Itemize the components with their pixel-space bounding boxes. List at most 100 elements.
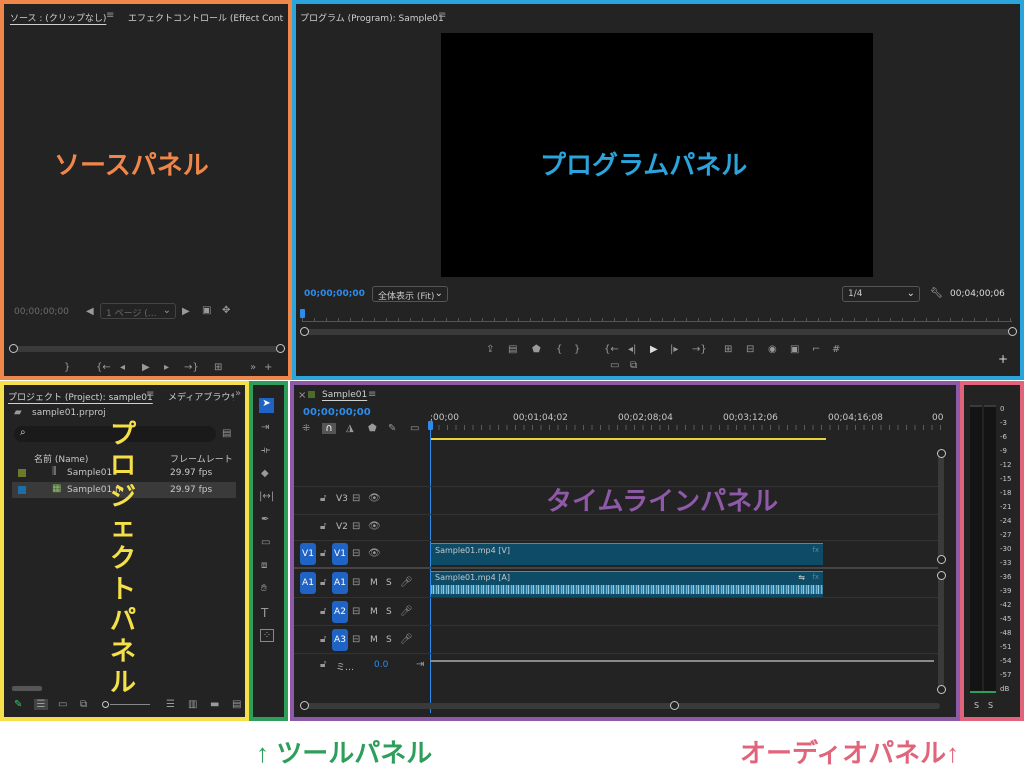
pencil-icon[interactable]: ✎ bbox=[14, 699, 22, 710]
lock-icon[interactable]: 🔓︎ bbox=[320, 634, 326, 645]
lock-icon[interactable]: 🔓︎ bbox=[320, 659, 326, 670]
program-ruler[interactable] bbox=[302, 308, 1012, 322]
vscroll-video-top[interactable] bbox=[937, 449, 946, 458]
solo-button[interactable]: S bbox=[386, 578, 392, 588]
vscroll-video[interactable] bbox=[938, 451, 944, 563]
sync-lock-icon[interactable]: ⊟ bbox=[352, 577, 360, 588]
ripple-edit-tool-icon[interactable]: ⟛ bbox=[261, 445, 270, 456]
step-back-icon[interactable]: ◂| bbox=[628, 344, 636, 355]
hscroll-start[interactable] bbox=[300, 701, 309, 710]
insert-icon[interactable]: ⊞ bbox=[214, 362, 222, 373]
timeline-ruler[interactable]: ;00;00 00;01;04;02 00;02;08;04 00;03;12;… bbox=[430, 413, 943, 441]
snap-icon[interactable]: ∩ bbox=[322, 423, 336, 434]
track-name[interactable]: V2 bbox=[336, 522, 348, 532]
linked-selection-icon[interactable]: ◮ bbox=[346, 423, 354, 434]
slip-tool-icon[interactable]: |↔| bbox=[259, 491, 274, 502]
eye-icon[interactable]: 👁︎ bbox=[368, 521, 381, 532]
tab-source[interactable]: ソース : (クリップなし) bbox=[10, 11, 106, 24]
label-color-swatch[interactable] bbox=[18, 469, 26, 477]
settings-icon[interactable]: ✥ bbox=[222, 305, 230, 316]
panel-menu-icon[interactable]: ≡ bbox=[438, 10, 446, 21]
more-icon[interactable]: » bbox=[250, 362, 256, 373]
rectangle-tool-icon[interactable]: ▭ bbox=[261, 537, 270, 548]
mark-in-icon[interactable]: { bbox=[556, 344, 562, 355]
step-back-icon[interactable]: ◂ bbox=[120, 362, 125, 373]
mute-button[interactable]: M bbox=[370, 578, 378, 588]
mic-icon[interactable]: 🎤︎ bbox=[400, 577, 413, 588]
sync-lock-icon[interactable]: ⊟ bbox=[352, 521, 360, 532]
marker-left-icon[interactable]: ◀ bbox=[86, 306, 94, 317]
solo-button[interactable]: S bbox=[386, 607, 392, 617]
wrench-icon[interactable]: ✎ bbox=[388, 423, 396, 434]
go-to-in-icon[interactable]: {← bbox=[96, 362, 111, 373]
tab-sequence[interactable]: Sample01 bbox=[322, 390, 367, 400]
sort-icon[interactable]: ☰ bbox=[166, 699, 175, 710]
automate-icon[interactable]: ▥ bbox=[188, 699, 197, 710]
go-to-in-icon[interactable]: {← bbox=[604, 344, 619, 355]
sync-lock-icon[interactable]: ⊟ bbox=[352, 634, 360, 645]
save-frame-icon[interactable]: ▣ bbox=[202, 305, 211, 316]
sync-lock-icon[interactable]: ⊟ bbox=[352, 606, 360, 617]
type-tool-icon[interactable]: T bbox=[261, 606, 268, 620]
solo-button[interactable]: S bbox=[386, 635, 392, 645]
sync-lock-icon[interactable]: ⊟ bbox=[352, 493, 360, 504]
go-to-end-icon[interactable]: ⇥ bbox=[416, 659, 424, 670]
vscroll-audio[interactable] bbox=[938, 575, 944, 691]
lock-icon[interactable]: 🔓︎ bbox=[320, 521, 326, 532]
page-select[interactable]: 1 ページ (… ⌄ bbox=[100, 303, 176, 319]
lock-icon[interactable]: 🔓︎ bbox=[320, 577, 326, 588]
timeline-timecode[interactable]: 00;00;00;00 bbox=[303, 407, 371, 418]
captions-icon[interactable]: ▭ bbox=[410, 423, 419, 434]
source-scrollbar[interactable] bbox=[12, 346, 280, 352]
play-icon[interactable]: ▶ bbox=[142, 362, 150, 373]
mark-out-icon[interactable]: } bbox=[64, 362, 70, 373]
razor-tool-icon[interactable]: ◆ bbox=[261, 468, 269, 479]
camera-icon[interactable]: ◉ bbox=[768, 344, 777, 355]
clip-icon[interactable]: ▤ bbox=[508, 344, 517, 355]
compare-icon[interactable]: ▣ bbox=[790, 344, 799, 355]
add-marker-icon[interactable]: ⬟ bbox=[368, 423, 377, 434]
track-target-a2[interactable]: A2 bbox=[332, 601, 348, 623]
mic-icon[interactable]: 🎤︎ bbox=[400, 606, 413, 617]
multi-icon[interactable]: ⧉ bbox=[630, 360, 637, 371]
source-patch-v1[interactable]: V1 bbox=[300, 543, 316, 565]
step-forward-icon[interactable]: ▸ bbox=[164, 362, 169, 373]
mark-out-icon[interactable]: } bbox=[574, 344, 580, 355]
timeline-hscroll[interactable] bbox=[304, 703, 940, 709]
vscroll-audio-top[interactable] bbox=[937, 571, 946, 580]
close-icon[interactable]: × bbox=[298, 390, 306, 401]
panel-menu-icon[interactable]: ≡ bbox=[368, 389, 376, 400]
selection-tool-icon[interactable]: ➤ bbox=[259, 398, 274, 413]
mute-button[interactable]: M bbox=[370, 607, 378, 617]
lock-icon[interactable]: 🔓︎ bbox=[320, 548, 326, 559]
track-name[interactable]: V3 bbox=[336, 494, 348, 504]
column-name[interactable]: 名前 (Name) bbox=[34, 452, 88, 465]
hscroll-end[interactable] bbox=[670, 701, 679, 710]
mix-volume[interactable]: 0.0 bbox=[374, 660, 388, 670]
resolution-select[interactable]: 1/4 ⌄ bbox=[842, 286, 920, 302]
pen-tool-icon[interactable]: ✒ bbox=[261, 514, 269, 525]
lock-icon[interactable]: 🔓︎ bbox=[320, 606, 326, 617]
add-button-icon[interactable]: + bbox=[264, 362, 272, 373]
mic-icon[interactable]: 🎤︎ bbox=[400, 634, 413, 645]
video-clip[interactable]: Sample01.mp4 [V] fx bbox=[431, 543, 823, 565]
auto-reframe-tool-icon[interactable]: ⁘ bbox=[260, 629, 274, 642]
source-patch-a1[interactable]: A1 bbox=[300, 572, 316, 594]
tab-project[interactable]: プロジェクト (Project): sample01 bbox=[8, 390, 153, 403]
track-select-tool-icon[interactable]: ⇥ bbox=[261, 422, 269, 433]
vscroll-video-bottom[interactable] bbox=[937, 555, 946, 564]
panel-menu-icon[interactable]: ≡ bbox=[146, 389, 154, 400]
panel-menu-icon[interactable]: ≡ bbox=[106, 10, 114, 21]
zoom-slider[interactable] bbox=[102, 701, 109, 708]
icon-view-icon[interactable]: ▭ bbox=[58, 699, 67, 710]
zoom-slider-track[interactable] bbox=[110, 704, 150, 705]
export-icon[interactable]: ⇪ bbox=[486, 344, 494, 355]
new-folder-icon[interactable]: ▬ bbox=[210, 699, 219, 710]
add-button-icon[interactable]: + bbox=[998, 352, 1008, 366]
audio-clip[interactable]: Sample01.mp4 [A] ⇋ fx bbox=[431, 571, 823, 597]
audio-icon[interactable]: ⇋ bbox=[798, 573, 805, 582]
marker-right-icon[interactable]: ▶ bbox=[182, 306, 190, 317]
grid-icon[interactable]: # bbox=[832, 344, 840, 355]
label-color-swatch[interactable] bbox=[18, 486, 26, 494]
vr-icon[interactable]: ▭ bbox=[610, 360, 619, 371]
